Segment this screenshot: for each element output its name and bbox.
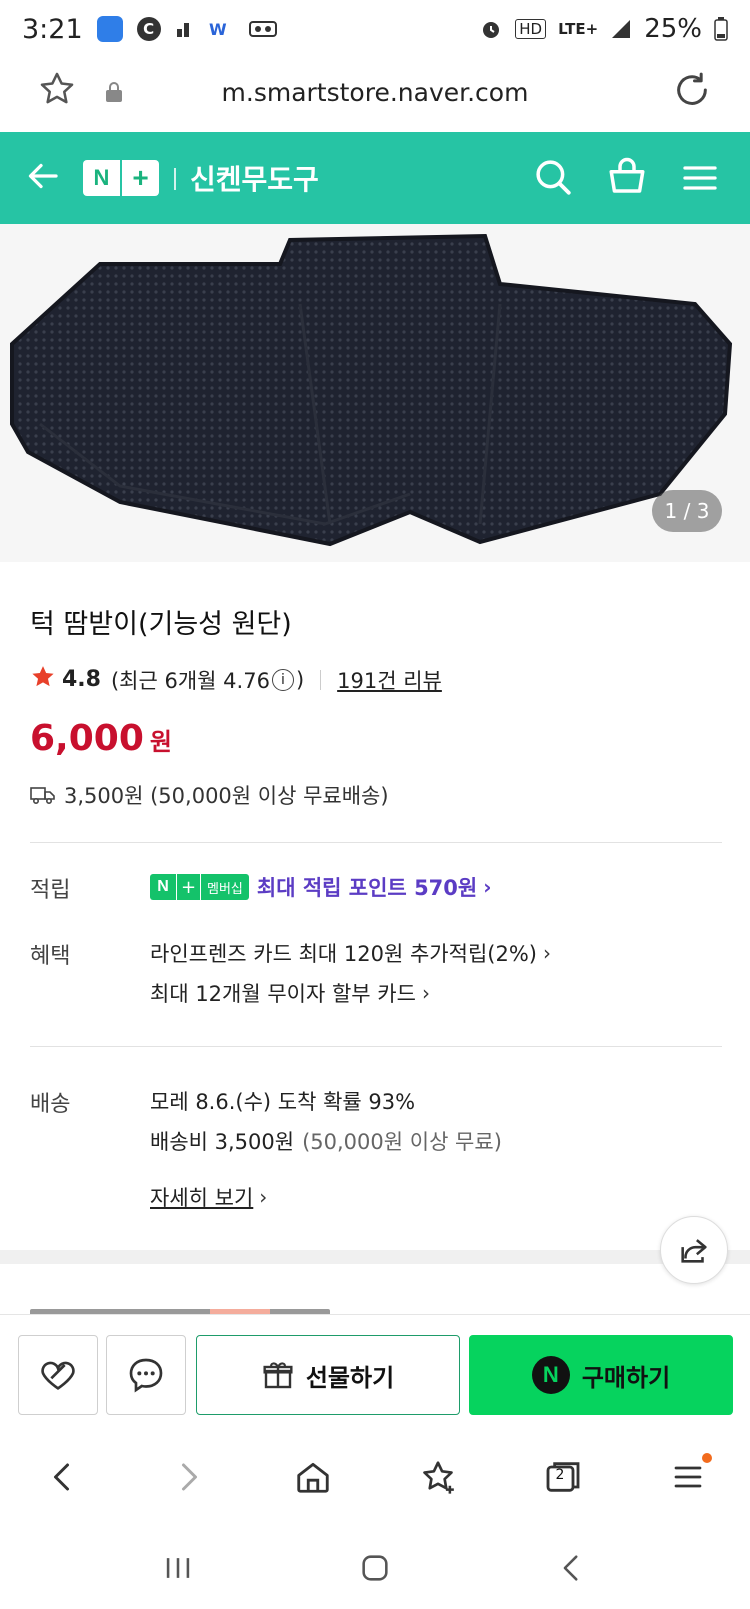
benefit-card-row[interactable]: 라인프렌즈 카드 최대 120원 추가적립(2%) › [150, 938, 551, 968]
glasses-notification-icon [248, 19, 277, 39]
product-photo [10, 233, 733, 547]
browser-menu-icon[interactable] [658, 1447, 718, 1507]
points-text: 최대 적립 포인트 570원 [256, 876, 478, 900]
naver-pay-icon: N [531, 1356, 570, 1394]
rating-detail-close: ) [295, 667, 305, 692]
benefit-label: 혜택 [30, 944, 71, 969]
store-name[interactable]: 신켄무도구 [190, 158, 319, 198]
rating-divider [320, 669, 322, 690]
tabs-icon[interactable]: 2 [533, 1447, 593, 1507]
home-button-icon[interactable] [358, 1551, 392, 1589]
benefit-line-1: 라인프렌즈 카드 최대 120원 추가적립(2%) [150, 942, 537, 966]
status-time: 3:21 [22, 13, 83, 45]
reload-icon[interactable] [672, 70, 712, 114]
shipping-row: 3,500원 (50,000원 이상 무료배송) [30, 780, 389, 810]
product-title: 턱 땀받이(기능성 원단) [30, 609, 292, 640]
home-icon[interactable] [283, 1447, 343, 1507]
address-bar: m.smartstore.naver.com [0, 58, 750, 132]
points-row[interactable]: N + 멤버십 최대 적립 포인트 570원 › [150, 872, 491, 902]
shopping-bag-icon[interactable] [606, 156, 648, 202]
delivery-eta: 모레 8.6.(수) 도착 확률 93% [150, 1090, 416, 1114]
price-row: 6,000 원 [30, 718, 172, 759]
delivery-truck-icon [30, 787, 55, 805]
hd-indicator: HD [515, 19, 547, 39]
delivery-fee-row: 배송비 3,500원 (50,000원 이상 무료) [150, 1126, 502, 1156]
wishlist-button[interactable] [18, 1335, 98, 1415]
signal-icon [610, 18, 632, 40]
bar-notification-icon [175, 19, 195, 39]
naver-plus-membership-badge: N + 멤버십 [150, 874, 249, 900]
star-icon [30, 664, 56, 695]
review-link[interactable]: 191건 리뷰 [337, 665, 442, 695]
chevron-right-icon: › [259, 1185, 268, 1209]
shipping-text: 3,500원 (50,000원 이상 무료배송) [64, 784, 389, 808]
battery-percent: 25% [644, 14, 702, 44]
chevron-right-icon: › [542, 941, 551, 965]
url-text[interactable]: m.smartstore.naver.com [0, 78, 750, 107]
section-separator [0, 1250, 750, 1264]
gift-icon [263, 1362, 293, 1389]
search-icon[interactable] [532, 156, 574, 202]
talk-button[interactable] [106, 1335, 186, 1415]
alarm-icon [479, 17, 503, 41]
delivery-fee-note: (50,000원 이상 무료) [302, 1130, 502, 1154]
rating-row: 4.8 (최근 6개월 4.76 i ) 191건 리뷰 [30, 664, 442, 695]
image-page-indicator: 1 / 3 [652, 490, 722, 532]
chat-bubble-icon [129, 1358, 163, 1393]
divider [30, 1046, 722, 1047]
tab-count: 2 [555, 1467, 565, 1483]
back-icon[interactable] [33, 1447, 93, 1507]
heart-icon [41, 1361, 75, 1390]
purchase-bar: 선물하기 N 구매하기 [0, 1314, 750, 1416]
buy-label: 구매하기 [581, 1363, 671, 1392]
share-icon [681, 1239, 707, 1263]
app-notification-icon [96, 16, 123, 42]
rating-detail: (최근 6개월 4.76 [110, 668, 270, 693]
logo-plus: + [120, 160, 159, 196]
divider [30, 842, 722, 843]
header-divider [174, 168, 176, 190]
price-unit: 원 [149, 728, 172, 756]
bookmarks-star-icon[interactable] [408, 1447, 468, 1507]
store-header: N + 신켄무도구 [0, 132, 750, 224]
logo-n: N [93, 165, 110, 190]
back-arrow-icon[interactable] [26, 158, 62, 198]
delivery-fee: 배송비 3,500원 [150, 1130, 295, 1154]
benefit-line-2: 최대 12개월 무이자 할부 카드 [150, 982, 416, 1006]
share-button[interactable] [660, 1216, 728, 1284]
network-indicator: LTE+ [558, 20, 599, 38]
detail-link-row[interactable]: 자세히 보기 › [150, 1182, 267, 1212]
hamburger-menu-icon[interactable] [680, 158, 720, 202]
chevron-right-icon: › [421, 981, 430, 1005]
chevron-right-icon: › [483, 875, 492, 899]
browser-bottom-nav: 2 [0, 1432, 750, 1522]
gift-button[interactable]: 선물하기 [196, 1335, 460, 1415]
points-label: 적립 [30, 878, 71, 903]
status-bar: 3:21 C W HD LTE+ 25% [0, 0, 750, 58]
svg-text:W: W [209, 20, 227, 39]
detail-link[interactable]: 자세히 보기 [150, 1182, 253, 1212]
price: 6,000 [30, 718, 144, 759]
buy-button[interactable]: N 구매하기 [469, 1335, 733, 1415]
c-notification-icon: C [136, 17, 161, 41]
notification-dot [701, 1453, 712, 1463]
battery-icon [714, 17, 728, 41]
system-back-icon[interactable] [555, 1551, 589, 1589]
benefit-installment-row[interactable]: 최대 12개월 무이자 할부 카드 › [150, 978, 430, 1008]
delivery-label: 배송 [30, 1092, 71, 1117]
rating-score: 4.8 [62, 667, 101, 692]
info-icon[interactable]: i [271, 668, 294, 691]
system-nav-bar [0, 1530, 750, 1609]
wavve-notification-icon: W [209, 19, 235, 39]
product-image[interactable]: 1 / 3 [0, 224, 750, 562]
gift-label: 선물하기 [305, 1363, 395, 1392]
recent-apps-icon[interactable] [161, 1551, 195, 1589]
naver-plus-logo[interactable]: N + [83, 160, 159, 196]
forward-icon[interactable] [158, 1447, 218, 1507]
